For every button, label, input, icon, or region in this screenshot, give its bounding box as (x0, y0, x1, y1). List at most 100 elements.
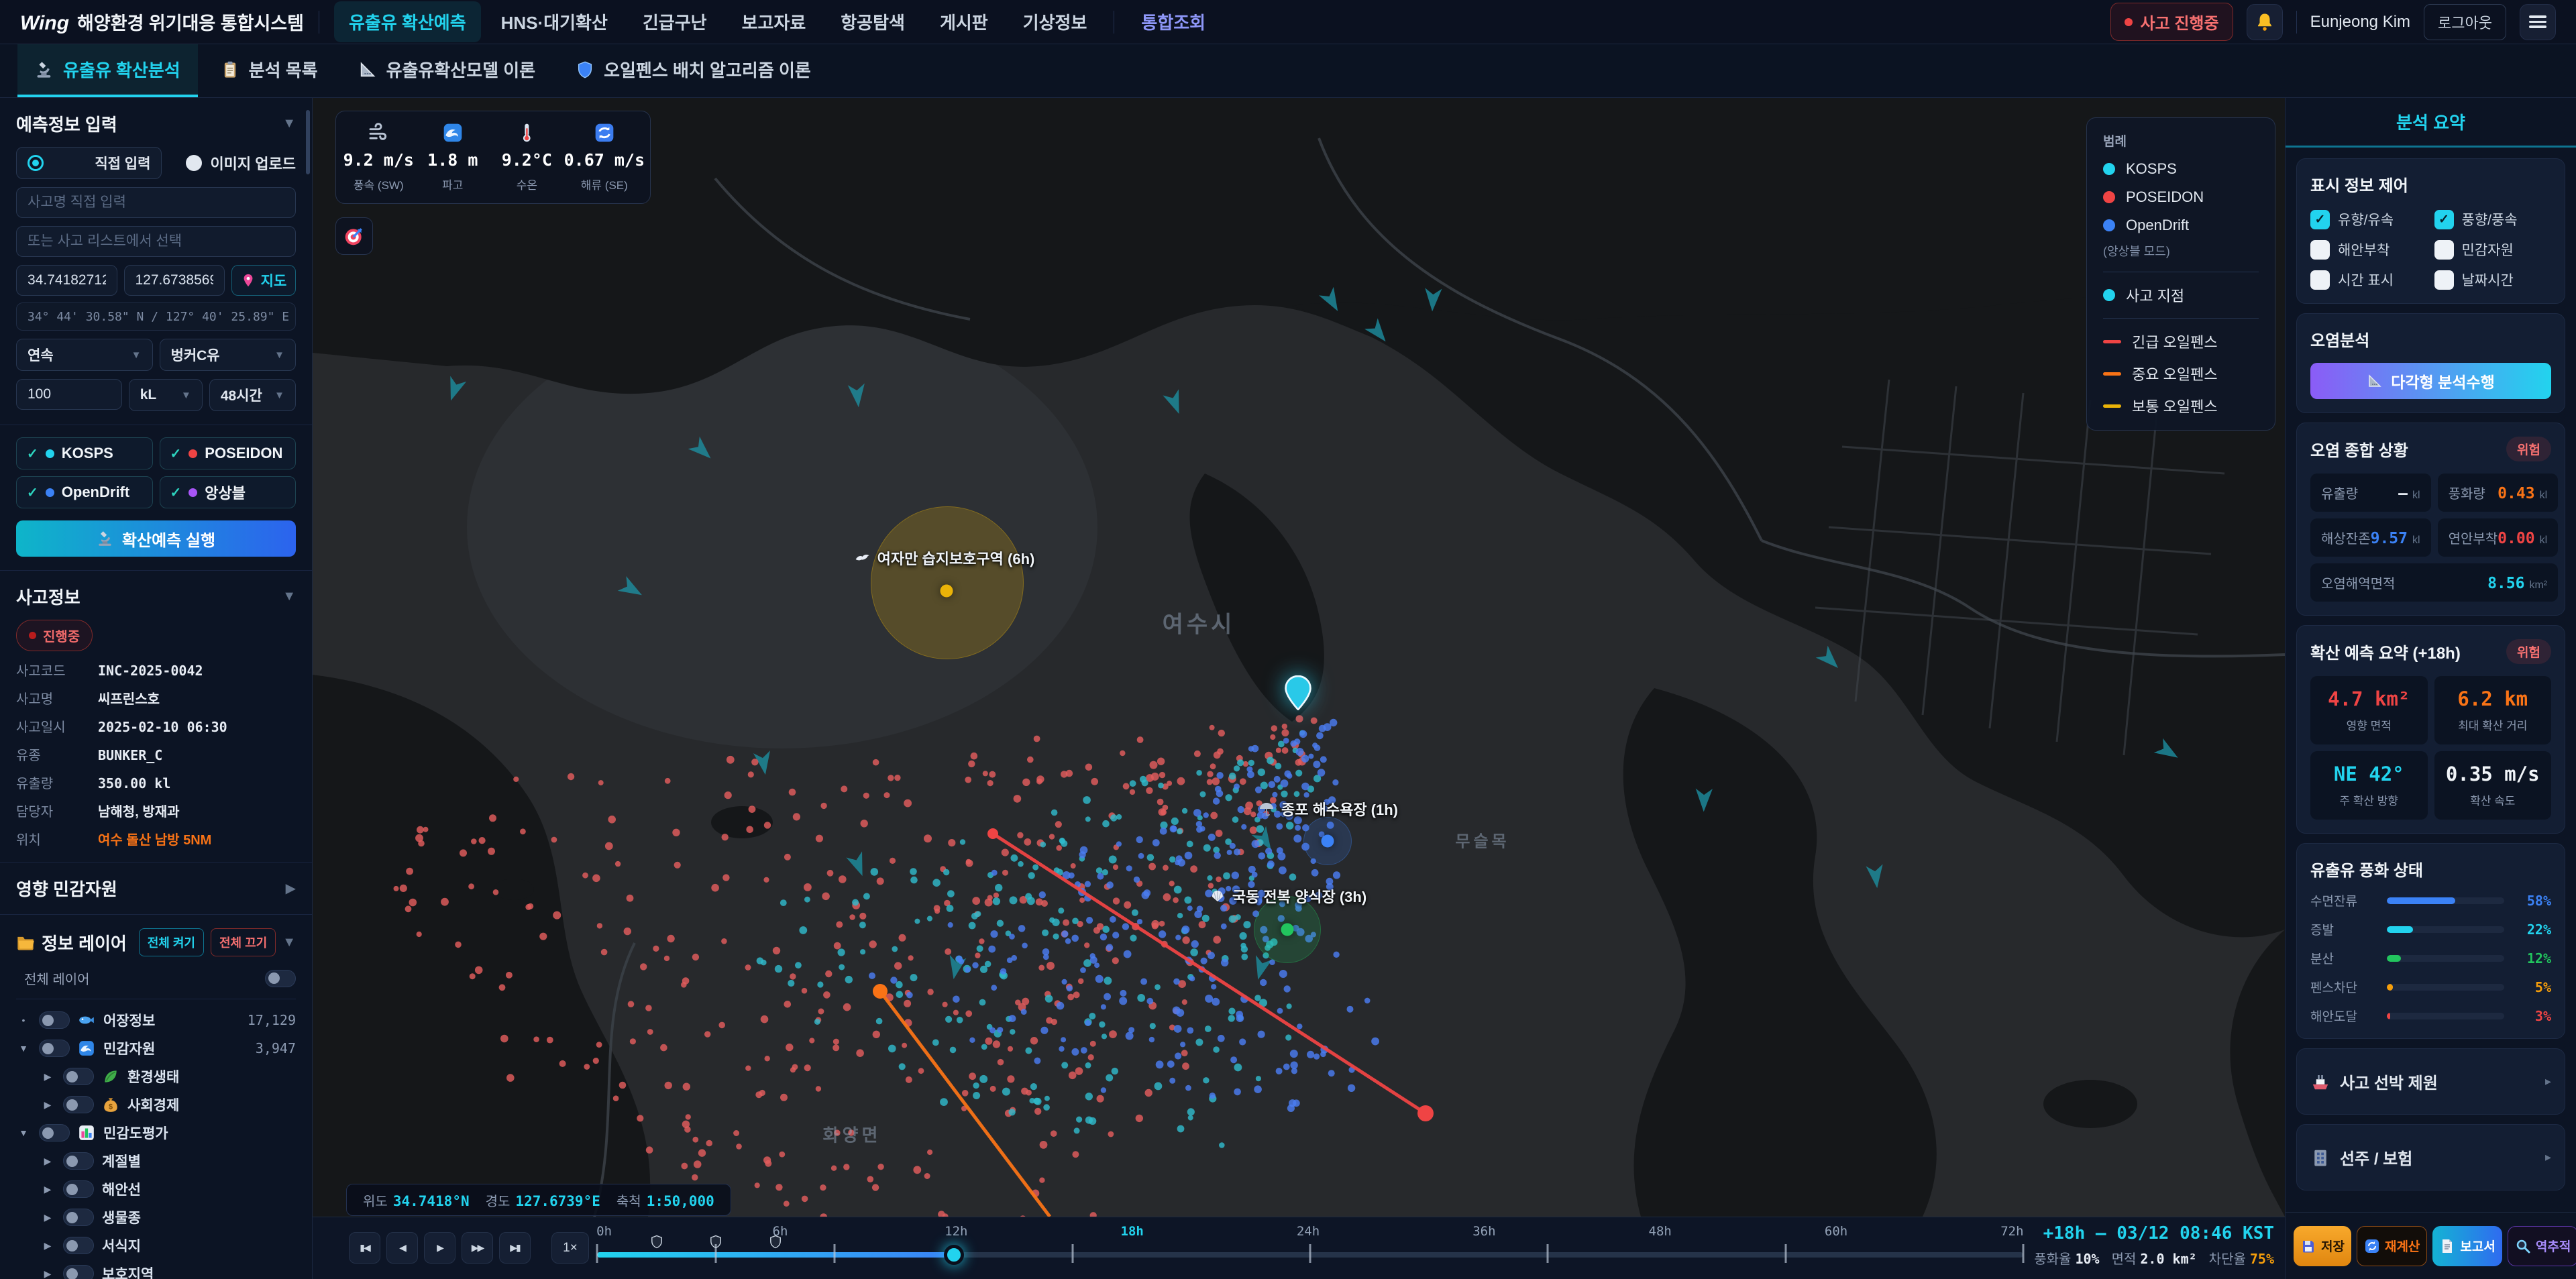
incident-pin[interactable] (1285, 675, 1311, 714)
expand-icon[interactable]: ▶ (40, 1071, 55, 1082)
amount-input[interactable] (16, 379, 122, 410)
poi-dot-beach[interactable] (1322, 835, 1334, 848)
tab-3[interactable]: 유출유확산모델 이론 (341, 44, 553, 97)
radio-direct-input[interactable]: 직접 입력 (16, 147, 162, 179)
stat-value: 8.56 (2487, 575, 2524, 592)
polygon-analysis-button[interactable]: 다각형 분석수행 (2310, 363, 2551, 399)
radio-image-upload[interactable]: 이미지 업로드 (186, 147, 296, 179)
model-chip-label: POSEIDON (205, 445, 282, 462)
model-chip-POSEIDON[interactable]: ✓POSEIDON (160, 437, 297, 469)
layer-toggle[interactable] (63, 1096, 94, 1113)
expand-icon[interactable]: ▶ (40, 1184, 55, 1195)
layer-toggle[interactable] (63, 1068, 94, 1085)
longitude-input[interactable] (124, 265, 225, 296)
notifications-button[interactable] (2247, 4, 2283, 40)
layer-toggle[interactable] (39, 1124, 70, 1142)
collapsible-panel-2[interactable]: 선주 / 보험▸ (2296, 1124, 2565, 1190)
collapse-icon[interactable]: ▼ (16, 1043, 31, 1054)
unit-select[interactable]: kL▼ (129, 379, 203, 411)
tab-4[interactable]: 오일펜스 배치 알고리즘 이론 (558, 44, 828, 97)
pick-on-map-button[interactable]: 지도 (231, 265, 296, 296)
incident-list-input[interactable] (16, 226, 296, 257)
play-button[interactable]: ▶ (424, 1232, 455, 1264)
sidebar-scrollbar[interactable] (306, 110, 310, 174)
all-layers-off-button[interactable]: 전체 끄기 (211, 928, 276, 956)
timeline-track[interactable]: 0h6h12h18h24h36h48h60h72h (597, 1217, 2023, 1279)
model-color-dot (46, 488, 54, 497)
collapsible-panel-1[interactable]: 사고 선박 제원▸ (2296, 1048, 2565, 1115)
layer-toggle[interactable] (63, 1180, 94, 1198)
collapse-icon[interactable]: ▼ (282, 589, 296, 604)
duration-select[interactable]: 48시간▼ (209, 379, 296, 411)
expand-icon[interactable]: ▶ (286, 880, 296, 897)
layer-toggle[interactable] (63, 1265, 94, 1279)
tab-1[interactable]: 유출유 확산분석 (17, 44, 198, 97)
model-chip-KOSPS[interactable]: ✓KOSPS (16, 437, 153, 469)
skip-end-button[interactable]: ▶▮ (499, 1232, 531, 1264)
display-checkbox-민감자원[interactable]: 민감자원 (2434, 239, 2552, 260)
expand-icon[interactable]: ▶ (40, 1156, 55, 1167)
speed-button[interactable]: 1× (551, 1232, 589, 1264)
nav-item-8[interactable]: 통합조회 (1126, 1, 1220, 42)
poi-dot-farm[interactable] (1281, 924, 1294, 936)
panel-header-tab[interactable]: 분석 요약 (2286, 98, 2576, 148)
nav-item-6[interactable]: 게시판 (925, 1, 1003, 42)
map-viewport[interactable]: 9.2 m/s풍속 (SW)1.8 m파고9.2°C수온0.67 m/s해류 (… (313, 98, 2285, 1217)
step-back-button[interactable]: ◀ (386, 1232, 418, 1264)
action-button-역추적[interactable]: 역추적 (2508, 1226, 2576, 1266)
weathering-pct: 58% (2514, 893, 2551, 909)
nav-item-7[interactable]: 기상정보 (1008, 1, 1102, 42)
collapse-icon[interactable]: ▼ (282, 935, 296, 950)
action-button-보고서[interactable]: 보고서 (2432, 1226, 2502, 1266)
spill-mode-select[interactable]: 연속▼ (16, 339, 153, 371)
layer-toggle[interactable] (39, 1040, 70, 1057)
skip-start-button[interactable]: ▮◀ (349, 1232, 380, 1264)
tab-label: 유출유 확산분석 (63, 57, 180, 82)
stat-value: 9.57 (2371, 530, 2408, 547)
expand-icon[interactable]: ▶ (40, 1268, 55, 1279)
layer-toggle[interactable] (39, 1011, 70, 1029)
spread-value: NE 42° (2316, 763, 2422, 785)
expand-icon[interactable]: ▶ (40, 1212, 55, 1223)
recenter-button[interactable] (335, 217, 373, 255)
model-chip-앙상블[interactable]: ✓앙상블 (160, 476, 297, 508)
nav-divider (2296, 11, 2297, 34)
collapse-icon[interactable]: ▼ (16, 1127, 31, 1138)
nav-item-3[interactable]: 긴급구난 (628, 1, 722, 42)
poi-dot-wetland[interactable] (941, 585, 953, 598)
expand-icon[interactable]: ▶ (40, 1099, 55, 1111)
timeline-tick (834, 1244, 836, 1263)
master-layer-toggle[interactable] (265, 970, 296, 987)
tab-2[interactable]: 분석 목록 (203, 44, 335, 97)
timeline-handle[interactable] (944, 1245, 964, 1265)
fast-forward-button[interactable]: ▶▶ (462, 1232, 493, 1264)
logout-button[interactable]: 로그아웃 (2424, 4, 2506, 40)
oil-type-select[interactable]: 벙커C유▼ (160, 339, 297, 371)
nav-item-5[interactable]: 항공탐색 (826, 1, 920, 42)
expand-icon[interactable]: ▶ (40, 1240, 55, 1252)
model-chip-OpenDrift[interactable]: ✓OpenDrift (16, 476, 153, 508)
nav-item-4[interactable]: 보고자료 (727, 1, 821, 42)
layer-toggle[interactable] (63, 1237, 94, 1254)
layer-toggle[interactable] (63, 1152, 94, 1170)
all-layers-on-button[interactable]: 전체 켜기 (139, 928, 204, 956)
map-basemap[interactable] (313, 98, 2285, 1217)
action-button-저장[interactable]: 저장 (2294, 1226, 2351, 1266)
timeline-stat-value: 10% (2075, 1251, 2099, 1267)
nav-item-2[interactable]: HNS·대기확산 (486, 1, 623, 42)
display-checkbox-시간 표시[interactable]: 시간 표시 (2310, 270, 2428, 290)
collapse-icon[interactable]: ▼ (282, 116, 296, 131)
run-prediction-button[interactable]: 확산예측 실행 (16, 520, 296, 557)
display-checkbox-날짜시간[interactable]: 날짜시간 (2434, 270, 2552, 290)
display-checkbox-유향/유속[interactable]: ✓유향/유속 (2310, 209, 2428, 229)
menu-button[interactable] (2520, 4, 2556, 40)
info-label: 유종 (16, 744, 98, 764)
incident-name-input[interactable] (16, 187, 296, 218)
display-checkbox-풍향/풍속[interactable]: ✓풍향/풍속 (2434, 209, 2552, 229)
nav-item-1[interactable]: 유출유 확산예측 (334, 1, 481, 42)
latitude-input[interactable] (16, 265, 117, 296)
panel-actions: 저장재계산보고서역추적 (2286, 1212, 2576, 1279)
layer-toggle[interactable] (63, 1209, 94, 1226)
display-checkbox-해안부착[interactable]: 해안부착 (2310, 239, 2428, 260)
action-button-재계산[interactable]: 재계산 (2357, 1226, 2427, 1266)
